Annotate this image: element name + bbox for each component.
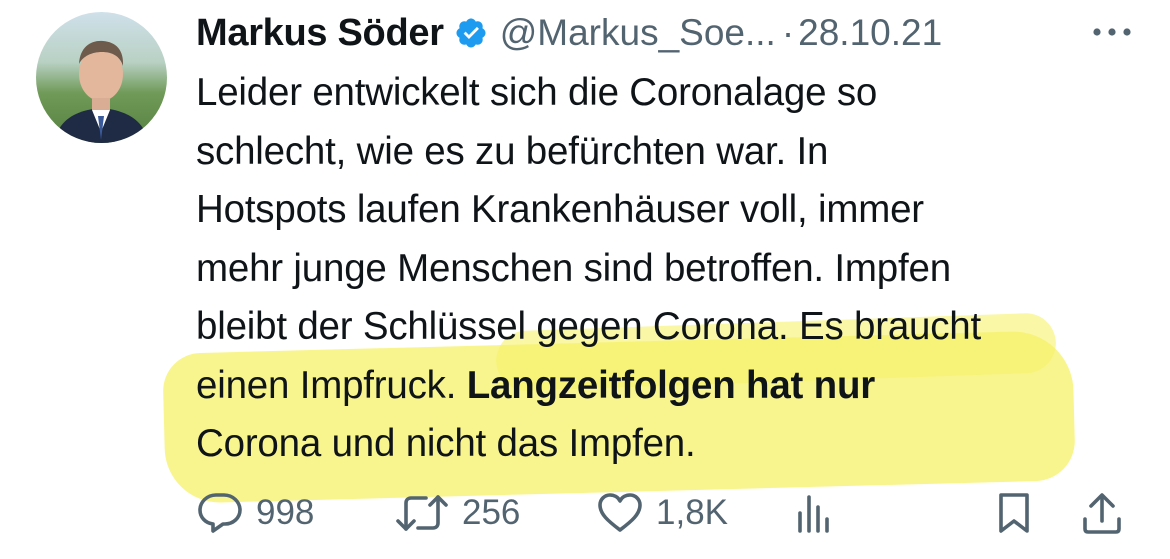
share-icon	[1083, 493, 1121, 534]
bookmark-icon	[999, 493, 1029, 533]
views-icon	[798, 495, 829, 533]
reply-icon	[198, 493, 242, 533]
tweet-line: Leider entwickelt sich die Coronalage so	[196, 71, 878, 114]
tweet-header: Markus Söder @Markus_Soe... · 28.10.21	[196, 8, 1136, 58]
tweet-text: Leider entwickelt sich die Coronalage so…	[196, 64, 1136, 474]
header-separator: ·	[781, 12, 795, 53]
heart-icon	[598, 493, 642, 532]
tweet-body: Leider entwickelt sich die Coronalage so…	[162, 64, 1136, 504]
tweet-date[interactable]: 28.10.21	[798, 12, 942, 54]
more-icon[interactable]	[1088, 22, 1136, 42]
tweet-line: mehr junge Menschen sind betroffen. Impf…	[196, 246, 951, 290]
retweet-count: 256	[462, 493, 521, 532]
tweet-line: einen Impfruck. Langzeitfolgen hat nur	[196, 357, 1136, 416]
tweet-line-bold: Langzeitfolgen hat nur	[466, 363, 876, 407]
avatar[interactable]	[36, 12, 167, 143]
like-button[interactable]: 1,8K	[596, 488, 728, 538]
reply-button[interactable]: 998	[196, 488, 314, 538]
share-button[interactable]	[1080, 488, 1124, 538]
tweet-line: bleibt der Schlüssel gegen Corona. Es br…	[196, 305, 982, 348]
action-bar: 998 256 1,8K	[196, 488, 1136, 538]
tweet-line: schlecht, wie es zu befürchten war. In	[196, 129, 829, 173]
author-handle[interactable]: @Markus_Soe...	[500, 12, 776, 54]
like-count: 1,8K	[656, 493, 728, 532]
reply-count: 998	[256, 493, 315, 532]
tweet-line-regular: einen Impfruck.	[196, 363, 467, 407]
avatar-portrait	[54, 40, 149, 143]
author-name[interactable]: Markus Söder	[196, 12, 444, 55]
views-button[interactable]	[794, 488, 834, 538]
tweet-line: Corona und nicht das Impfen.	[196, 422, 696, 465]
bookmark-button[interactable]	[996, 488, 1032, 538]
retweet-icon	[396, 495, 448, 531]
verified-badge-icon	[454, 16, 488, 50]
tweet-line: Hotspots laufen Krankenhäuser voll, imme…	[196, 188, 924, 231]
retweet-button[interactable]: 256	[394, 488, 520, 538]
